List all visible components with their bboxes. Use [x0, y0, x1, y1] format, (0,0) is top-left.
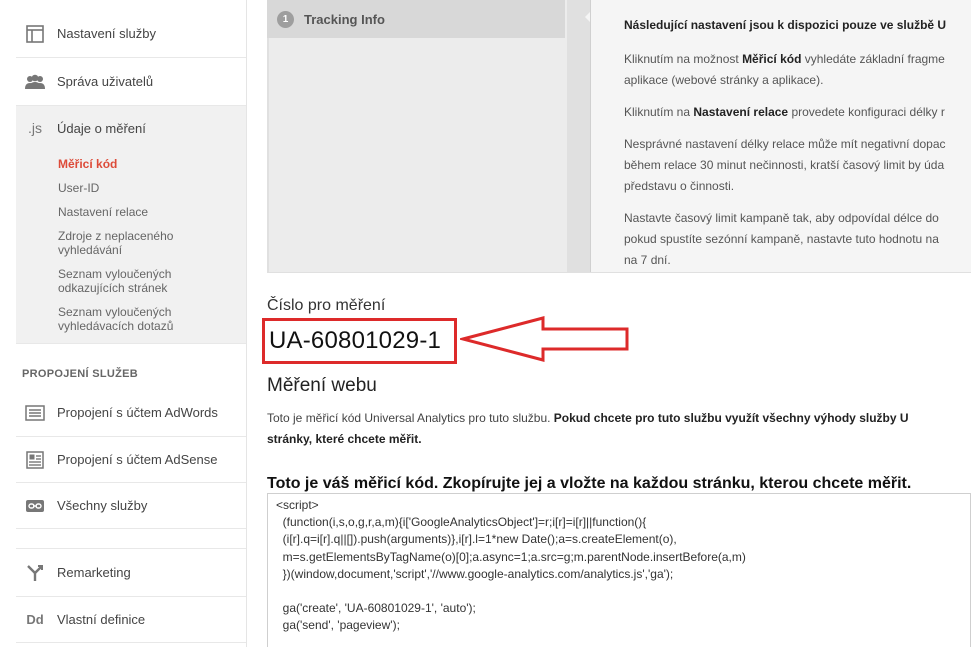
subnav-user-id[interactable]: User-ID: [58, 181, 99, 195]
dd-icon: Dd: [26, 612, 44, 627]
sidebar-spacer: [16, 529, 246, 549]
subnav-referral-exclusions[interactable]: Seznam vyloučených odkazujících stránek: [58, 267, 198, 295]
tracking-id-highlight: UA-60801029-1: [262, 318, 457, 364]
sidebar-item-service-settings[interactable]: Nastavení služby: [16, 10, 246, 58]
info-text: představu o činnosti.: [624, 179, 735, 193]
desc-bold: stránky, které chcete měřit.: [267, 432, 422, 446]
main-content: 1 Tracking Info Následující nastavení js…: [247, 0, 971, 647]
step-label: Tracking Info: [304, 11, 385, 27]
sidebar-item-label: Propojení s účtem AdWords: [57, 405, 218, 420]
info-lead: Následující nastavení jsou k dispozici p…: [624, 18, 947, 32]
sidebar-item-label: Propojení s účtem AdSense: [57, 452, 218, 467]
info-text: provedete konfiguraci délky r: [788, 105, 945, 119]
step-number-badge: 1: [277, 10, 294, 28]
subnav-tracking-code[interactable]: Měřicí kód: [58, 157, 117, 171]
link-icon: [24, 495, 46, 517]
subnav-search-term-exclusions[interactable]: Seznam vyloučených vyhledávacích dotazů: [58, 305, 198, 333]
adsense-icon: [24, 449, 46, 471]
step-tracking-info[interactable]: 1 Tracking Info: [267, 0, 565, 38]
sidebar-item-tracking-info[interactable]: .js Údaje o měření: [16, 106, 246, 150]
js-icon: .js: [28, 120, 42, 136]
info-text: na 7 dní.: [624, 253, 671, 267]
info-paragraph-2: Kliknutím na Nastavení relace provedete …: [624, 102, 971, 123]
step-list: [269, 0, 567, 272]
info-text: Nesprávné nastavení délky relace může mí…: [624, 137, 946, 151]
section-title-product-linking: PROPOJENÍ SLUŽEB: [22, 368, 139, 380]
sidebar-item-all-products[interactable]: Všechny služby: [16, 483, 246, 529]
tracking-code-title: Toto je váš měřicí kód. Zkopírujte jej a…: [267, 475, 912, 492]
info-bold: Měřicí kód: [742, 52, 802, 66]
info-text: během relace 30 minut nečinnosti, kratší…: [624, 158, 945, 172]
info-card: Následující nastavení jsou k dispozici p…: [590, 0, 971, 272]
info-bold: Nastavení relace: [693, 105, 789, 119]
info-text: vyhledáte základní fragme: [801, 52, 945, 66]
web-tracking-description: Toto je měřicí kód Universal Analytics p…: [267, 408, 971, 450]
info-text: Nastavte časový limit kampaně tak, aby o…: [624, 211, 939, 225]
tracking-code-snippet[interactable]: <script> (function(i,s,o,g,r,a,m){i['Goo…: [267, 493, 971, 647]
adwords-icon: [24, 402, 46, 424]
info-paragraph-4: Nastavte časový limit kampaně tak, aby o…: [624, 208, 971, 271]
info-text: Kliknutím na: [624, 105, 694, 119]
users-icon: [24, 71, 46, 93]
sidebar-item-remarketing[interactable]: Remarketing: [16, 549, 246, 597]
info-paragraph-1: Kliknutím na možnost Měřicí kód vyhledát…: [624, 49, 971, 91]
sidebar-item-label: Nastavení služby: [57, 26, 156, 41]
tracking-id-value[interactable]: UA-60801029-1: [269, 327, 441, 355]
web-tracking-title: Měření webu: [267, 375, 377, 396]
sidebar-item-custom-definitions[interactable]: Dd Vlastní definice: [16, 597, 246, 643]
sidebar-item-label: Remarketing: [57, 565, 131, 580]
window-icon: [24, 23, 46, 45]
sidebar-item-adwords-linking[interactable]: Propojení s účtem AdWords: [16, 389, 246, 437]
tracking-id-label: Číslo pro měření: [267, 297, 386, 314]
subnav-session-settings[interactable]: Nastavení relace: [58, 205, 148, 219]
info-text: aplikace (webové stránky a aplikace).: [624, 73, 824, 87]
sidebar-item-label: Údaje o měření: [57, 120, 146, 136]
sidebar-item-label: Všechny služby: [57, 498, 148, 513]
remarketing-icon: [24, 562, 46, 584]
sidebar-item-label: Vlastní definice: [57, 612, 146, 627]
sidebar: Nastavení služby Správa uživatelů .js Úd…: [0, 0, 247, 647]
arrow-annotation: [460, 316, 629, 362]
sidebar-item-adsense-linking[interactable]: Propojení s účtem AdSense: [16, 437, 246, 483]
sidebar-item-user-management[interactable]: Správa uživatelů: [16, 58, 246, 106]
info-text: Kliknutím na možnost: [624, 52, 743, 66]
sidebar-item-label: Správa uživatelů: [57, 74, 154, 89]
desc-text: Toto je měřicí kód Universal Analytics p…: [267, 411, 554, 425]
info-paragraph-3: Nesprávné nastavení délky relace může mí…: [624, 134, 971, 197]
info-text: pokud spustíte sezónní kampaně, nastavte…: [624, 232, 939, 246]
desc-bold: Pokud chcete pro tuto službu využít všec…: [553, 411, 909, 425]
subnav-organic-sources[interactable]: Zdroje z neplaceného vyhledávání: [58, 229, 198, 257]
